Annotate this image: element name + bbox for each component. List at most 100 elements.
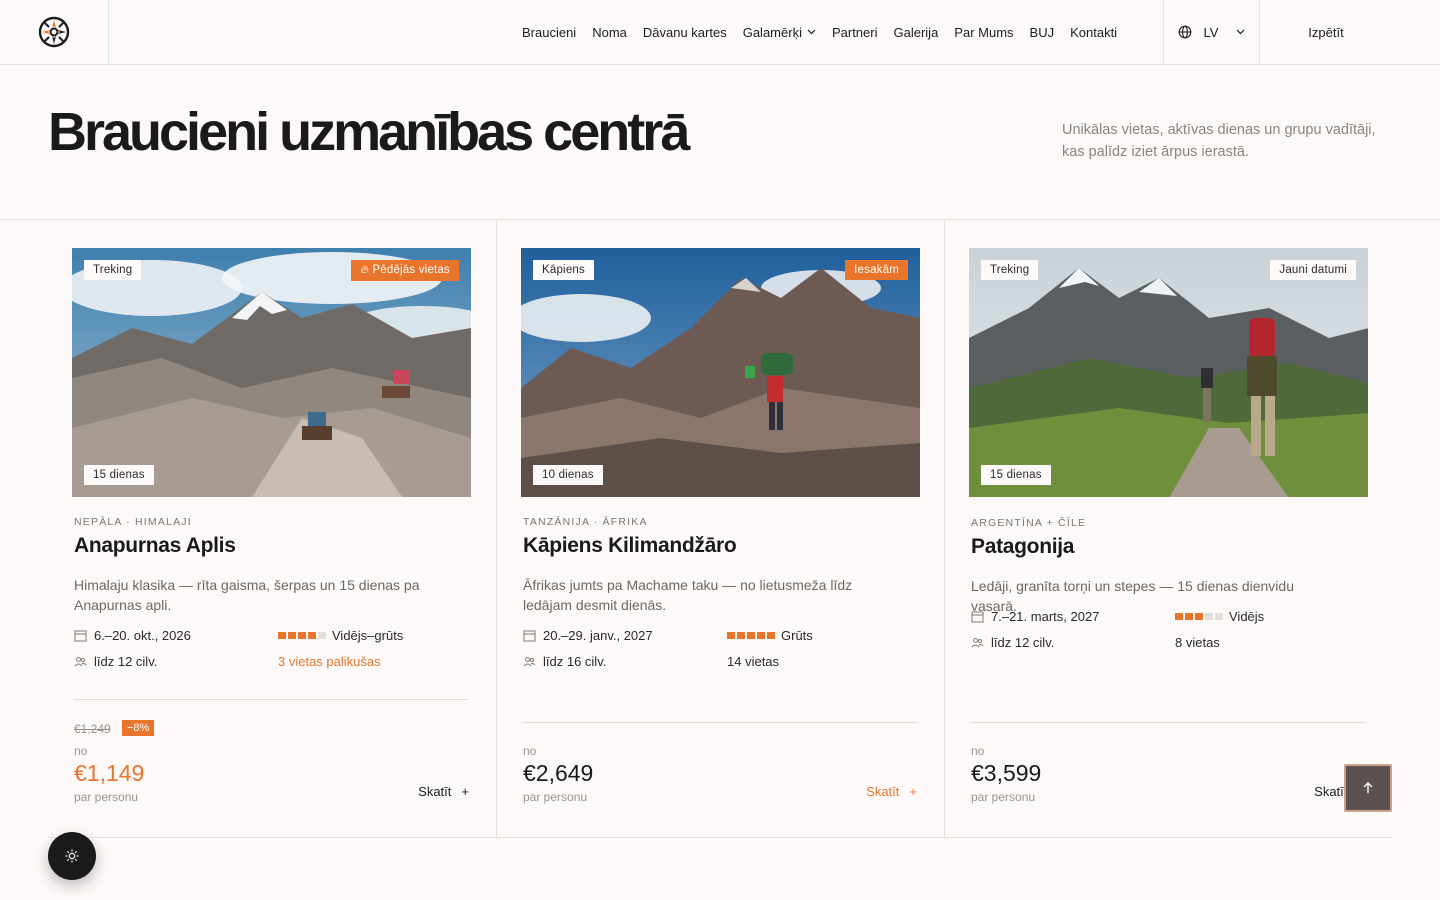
trip-card[interactable]: Kāpiens Iesakām 10 dienas Tanzānija · Āf… <box>496 220 944 837</box>
difficulty-meter <box>727 632 775 639</box>
nav-par-mums[interactable]: Par Mums <box>954 25 1013 40</box>
trip-card[interactable]: Treking 🔥︎ Pēdējās vietas 15 dienas Nepā… <box>48 220 496 837</box>
trip-meta-row: līdz 12 cilv. 8 vietas <box>971 635 1371 650</box>
difficulty-meter <box>278 632 326 639</box>
price-from-label: no <box>74 744 88 758</box>
trip-title[interactable]: Patagonija <box>971 535 1075 559</box>
trip-meta-row: līdz 16 cilv. 14 vietas <box>523 654 923 669</box>
nav-buj[interactable]: BUJ <box>1030 25 1055 40</box>
trip-difficulty: Vidējs <box>1229 609 1265 624</box>
view-trip-label: Skatīt <box>418 784 452 799</box>
status-badge: Jauni datumi <box>1270 260 1356 280</box>
trip-price: €2,649 <box>523 760 594 786</box>
trip-photo[interactable]: Treking Jauni datumi 15 dienas <box>969 248 1368 497</box>
trip-card[interactable]: Treking Jauni datumi 15 dienas Argentīna… <box>944 220 1392 837</box>
view-trip-label: Skatīt <box>866 784 900 799</box>
trip-title[interactable]: Kāpiens Kilimandžāro <box>523 534 737 558</box>
price-from-label: no <box>523 744 537 758</box>
trip-difficulty: Vidējs–grūts <box>332 628 404 643</box>
trip-type-badge: Treking <box>84 260 142 280</box>
group-icon <box>523 656 536 667</box>
plus-icon: + <box>909 784 917 799</box>
trip-type-badge: Kāpiens <box>533 260 594 280</box>
trip-dates: 6.–20. okt., 2026 <box>94 628 191 643</box>
trip-photo[interactable]: Kāpiens Iesakām 10 dienas <box>521 248 920 497</box>
difficulty-meter <box>1175 613 1223 620</box>
calendar-icon <box>74 630 87 642</box>
language-label: LV <box>1203 24 1219 40</box>
trip-description: Himalaju klasika — rīta gaisma, šerpas u… <box>74 577 420 613</box>
trip-seats: 14 vietas <box>727 654 780 669</box>
trip-price: €1,149 <box>74 760 145 786</box>
status-badge: Iesakām <box>845 260 908 280</box>
arrow-up-icon <box>1363 782 1373 793</box>
globe-icon <box>1178 25 1191 39</box>
language-selector[interactable]: LV <box>1163 0 1260 64</box>
nav-galamerki[interactable]: Galamērķi <box>743 25 816 40</box>
group-icon <box>74 656 87 667</box>
scroll-to-top-button[interactable] <box>1344 764 1392 812</box>
price-per-label: par personu <box>74 790 139 804</box>
explore-button[interactable]: Izpētīt <box>1260 0 1392 64</box>
nav-partneri[interactable]: Partneri <box>832 25 878 40</box>
nav-davanu-kartes[interactable]: Dāvanu kartes <box>643 25 727 40</box>
logo[interactable] <box>0 0 109 64</box>
card-divider <box>523 722 917 723</box>
compass-logo-icon <box>38 16 70 48</box>
nav-galamerki-label: Galamērķi <box>742 24 802 40</box>
trip-group-size: līdz 12 cilv. <box>94 654 158 669</box>
trip-dates: 20.–29. janv., 2027 <box>543 628 653 643</box>
price-per-label: par personu <box>971 790 1036 804</box>
price-per-label: par personu <box>523 790 588 804</box>
trip-cards: Treking 🔥︎ Pēdējās vietas 15 dienas Nepā… <box>48 220 1392 838</box>
status-badge: 🔥︎ Pēdējās vietas <box>351 260 459 281</box>
chevron-down-icon <box>1237 29 1245 35</box>
nav-galerija[interactable]: Galerija <box>894 25 939 40</box>
view-trip-button[interactable]: Skatīt + <box>418 784 469 799</box>
trip-photo[interactable]: Treking 🔥︎ Pēdējās vietas 15 dienas <box>72 248 471 497</box>
nav-noma[interactable]: Noma <box>592 25 627 40</box>
trip-description: Āfrikas jumts pa Machame taku — no lietu… <box>523 577 853 613</box>
theme-toggle-button[interactable] <box>48 832 96 880</box>
trip-group-size: līdz 16 cilv. <box>543 654 607 669</box>
calendar-icon <box>523 630 536 642</box>
trip-meta-row: 20.–29. janv., 2027 Grūts <box>523 628 923 643</box>
card-divider <box>971 722 1365 723</box>
main-nav: Braucieni Noma Dāvanu kartes Galamērķi P… <box>514 0 1125 64</box>
trip-region: Argentīna + Čīle <box>971 517 1087 529</box>
view-trip-button[interactable]: Skatīt + <box>866 784 917 799</box>
trip-dates: 7.–21. marts, 2027 <box>991 609 1100 624</box>
trip-meta-row: 6.–20. okt., 2026 Vidējs–grūts <box>74 628 474 643</box>
trip-group-size: līdz 12 cilv. <box>991 635 1055 650</box>
hiking-photo-image <box>969 248 1368 497</box>
sun-icon <box>65 849 79 863</box>
trip-seats: 3 vietas palikušas <box>278 654 381 669</box>
trip-meta-row: 7.–21. marts, 2027 Vidējs <box>971 609 1371 624</box>
trip-title[interactable]: Anapurnas Aplis <box>74 534 236 558</box>
page-subtitle: Unikālas vietas, aktīvas dienas un grupu… <box>1062 122 1376 160</box>
chevron-down-icon <box>807 29 816 35</box>
hero-section: Braucieni uzmanības centrā Unikālas viet… <box>0 65 1440 220</box>
nav-braucieni[interactable]: Braucieni <box>522 25 576 40</box>
page-title: Braucieni uzmanības centrā <box>48 102 690 162</box>
old-price: €1,249 <box>74 722 111 736</box>
trip-region: Nepāla · Himalaji <box>74 516 192 528</box>
climbing-photo-image <box>521 248 920 497</box>
nav-kontakti[interactable]: Kontakti <box>1070 25 1117 40</box>
mountain-photo-image <box>72 248 471 497</box>
status-badge-label: Pēdējās vietas <box>372 264 450 276</box>
duration-badge: 15 dienas <box>84 465 154 485</box>
duration-badge: 15 dienas <box>981 465 1051 485</box>
trip-type-badge: Treking <box>981 260 1039 280</box>
card-divider <box>74 699 468 700</box>
site-header: Braucieni Noma Dāvanu kartes Galamērķi P… <box>0 0 1440 65</box>
trip-seats: 8 vietas <box>1175 635 1220 650</box>
trip-difficulty: Grūts <box>781 628 813 643</box>
flame-icon: 🔥︎ <box>360 264 369 276</box>
view-trip-label: Skatīt <box>1314 784 1348 799</box>
group-icon <box>971 637 984 648</box>
duration-badge: 10 dienas <box>533 465 603 485</box>
calendar-icon <box>971 611 984 623</box>
trip-region: Tanzānija · Āfrika <box>523 516 648 528</box>
plus-icon: + <box>461 784 469 799</box>
